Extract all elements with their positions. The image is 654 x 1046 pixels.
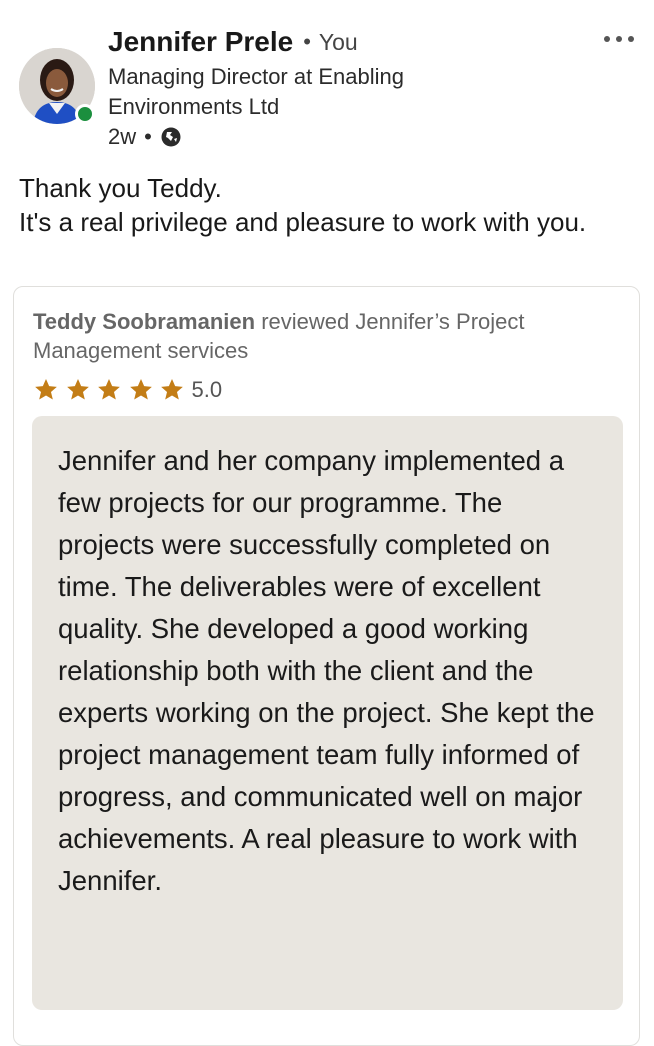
review-card[interactable]: Teddy Soobramanien reviewed Jennifer’s P… (13, 286, 640, 1046)
post-body-line: Thank you Teddy. (19, 173, 222, 203)
rating-value: 5.0 (191, 377, 223, 402)
star-icon (129, 378, 152, 400)
review-title: Teddy Soobramanien reviewed Jennifer’s P… (33, 307, 613, 365)
star-icon (161, 378, 183, 400)
star-icon (66, 378, 89, 400)
reviewer-name[interactable]: Teddy Soobramanien (33, 309, 255, 334)
post-body: Thank you Teddy. It's a real privilege a… (19, 171, 634, 239)
author-line: Jennifer Prele • You (108, 24, 358, 60)
author-headline: Managing Director at Enabling Environmen… (108, 64, 404, 119)
more-dot (616, 36, 622, 42)
more-horizontal-icon (604, 36, 610, 42)
post-body-line: It's a real privilege and pleasure to wo… (19, 207, 587, 237)
more-options-button[interactable] (596, 24, 642, 54)
more-dot (628, 36, 634, 42)
post-time: 2w (108, 124, 137, 149)
post-header: Jennifer Prele • You Managing Director a… (0, 0, 654, 165)
review-quote: Jennifer and her company implemented a f… (32, 416, 623, 1010)
separator-dot: • (303, 29, 311, 54)
star-icon (35, 378, 57, 400)
online-status-indicator (75, 104, 95, 124)
globe-icon (160, 126, 182, 148)
star-icon (98, 378, 120, 400)
author-relation: You (318, 28, 358, 55)
rating-row: 5.0 (33, 375, 222, 405)
post-meta: 2w • (108, 122, 182, 152)
author-name[interactable]: Jennifer Prele (108, 26, 293, 58)
separator-dot: • (144, 124, 152, 149)
